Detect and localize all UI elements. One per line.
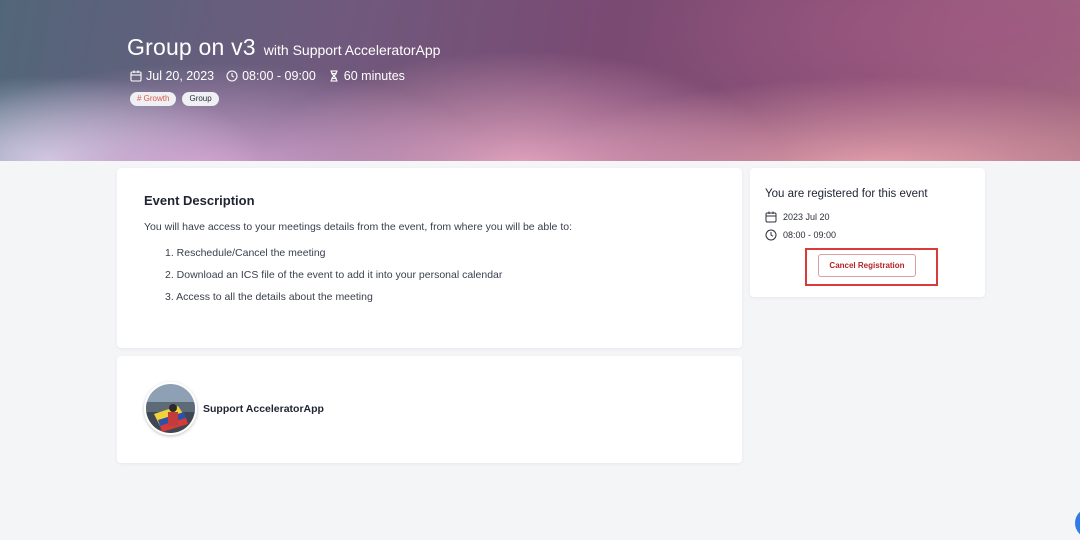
tag-growth[interactable]: # Growth — [130, 92, 177, 106]
registration-time: 08:00 - 09:00 — [765, 229, 836, 241]
event-host-subtitle: with Support AcceleratorApp — [263, 42, 441, 58]
event-duration-text: 60 minutes — [343, 69, 405, 83]
event-time-text: 08:00 - 09:00 — [242, 69, 316, 83]
registration-status: You are registered for this event — [765, 188, 928, 200]
registration-time-text: 08:00 - 09:00 — [783, 230, 837, 240]
host-name[interactable]: Support AcceleratorApp — [203, 403, 324, 415]
chat-widget-button[interactable] — [1075, 508, 1080, 538]
event-date-text: Jul 20, 2023 — [146, 69, 215, 83]
list-item: 2. Download an ICS file of the event to … — [165, 269, 503, 281]
registration-card: You are registered for this event 2023 J… — [750, 168, 985, 297]
list-item: 3. Access to all the details about the m… — [165, 291, 373, 303]
clock-icon — [765, 229, 777, 241]
hourglass-icon — [330, 70, 338, 82]
event-description-card: Event Description You will have access t… — [117, 168, 742, 348]
event-tags: # Growth Group — [130, 92, 219, 106]
avatar[interactable] — [144, 382, 197, 435]
event-description-heading: Event Description — [144, 193, 255, 208]
tag-group[interactable]: Group — [182, 92, 219, 106]
registration-date-text: 2023 Jul 20 — [783, 212, 830, 222]
avatar-photo — [146, 384, 195, 433]
event-meta: Jul 20, 2023 08:00 - 09:00 60 minutes — [130, 69, 405, 83]
calendar-icon — [765, 211, 777, 223]
list-item: 1. Reschedule/Cancel the meeting — [165, 247, 326, 259]
event-duration: 60 minutes — [328, 69, 405, 83]
registration-date: 2023 Jul 20 — [765, 211, 830, 223]
event-date: Jul 20, 2023 — [130, 69, 214, 83]
event-description-intro: You will have access to your meetings de… — [144, 221, 572, 233]
event-title-text: Group on v3 — [127, 34, 256, 60]
host-card: Support AcceleratorApp — [117, 356, 742, 463]
event-hero-banner: Group on v3 with Support AcceleratorApp … — [0, 0, 1080, 161]
calendar-icon — [130, 70, 142, 82]
event-title: Group on v3 with Support AcceleratorApp — [127, 34, 440, 61]
event-time: 08:00 - 09:00 — [226, 69, 316, 83]
event-description-list: 1. Reschedule/Cancel the meeting 2. Down… — [165, 247, 502, 313]
clock-icon — [226, 70, 238, 82]
cancel-registration-button[interactable]: Cancel Registration — [818, 254, 916, 277]
